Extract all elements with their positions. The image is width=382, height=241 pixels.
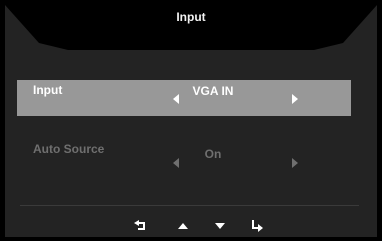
input-right-arrow-icon[interactable]: [292, 94, 298, 104]
auto-source-label: Auto Source: [33, 142, 105, 156]
up-arrow-icon[interactable]: [176, 219, 190, 233]
input-left-arrow-icon[interactable]: [173, 94, 179, 104]
auto-source-right-arrow-icon[interactable]: [292, 158, 298, 168]
menu-title: Input: [176, 10, 206, 24]
osd-menu: Input Input VGA IN Auto Source On: [0, 0, 382, 241]
enter-icon[interactable]: [250, 219, 264, 233]
input-row[interactable]: Input VGA IN: [17, 80, 351, 116]
auto-source-value: On: [204, 147, 222, 161]
return-icon[interactable]: [134, 219, 148, 233]
down-arrow-icon[interactable]: [213, 219, 227, 233]
auto-source-left-arrow-icon[interactable]: [173, 158, 179, 168]
input-value: VGA IN: [192, 84, 234, 98]
auto-source-row[interactable]: Auto Source On: [17, 139, 351, 175]
input-label: Input: [33, 83, 63, 97]
divider: [20, 205, 359, 206]
